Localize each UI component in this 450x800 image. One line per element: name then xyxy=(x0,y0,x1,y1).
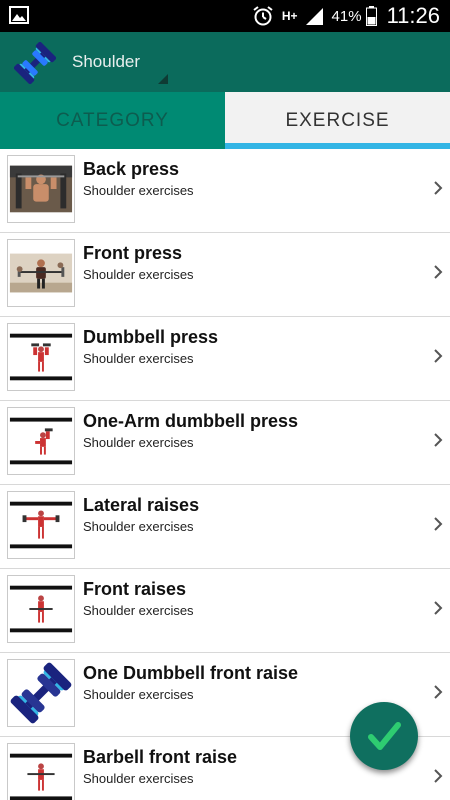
list-item[interactable]: Lateral raises Shoulder exercises xyxy=(0,485,450,569)
list-item[interactable]: Front press Shoulder exercises xyxy=(0,233,450,317)
exercise-subtitle: Shoulder exercises xyxy=(83,267,194,282)
exercise-subtitle: Shoulder exercises xyxy=(83,519,194,534)
exercise-subtitle: Shoulder exercises xyxy=(83,351,194,366)
status-bar: H+ 41% 11:26 xyxy=(0,0,450,32)
exercise-title: Front raises xyxy=(83,579,187,599)
clock: 11:26 xyxy=(386,3,440,28)
gallery-icon xyxy=(9,6,29,24)
network-type: H+ xyxy=(281,8,298,23)
chevron-right-icon xyxy=(434,517,443,531)
exercise-title: One Dumbbell front raise xyxy=(83,663,299,683)
exercise-title: Back press xyxy=(83,159,180,179)
spinner-arrow-icon xyxy=(158,74,168,84)
chevron-right-icon xyxy=(434,685,443,699)
selected-category: Shoulder xyxy=(72,52,141,71)
list-item[interactable]: Dumbbell press Shoulder exercises xyxy=(0,317,450,401)
checkmark-icon xyxy=(368,722,401,750)
battery-percent: 41% xyxy=(331,7,362,25)
exercise-thumbnail xyxy=(7,239,75,307)
exercise-subtitle: Shoulder exercises xyxy=(83,603,194,618)
exercise-thumbnail xyxy=(7,575,75,643)
exercise-title: Front press xyxy=(83,243,183,263)
exercise-title: Lateral raises xyxy=(83,495,200,515)
alarm-icon xyxy=(253,6,273,26)
exercise-thumbnail xyxy=(7,743,75,800)
exercise-subtitle: Shoulder exercises xyxy=(83,435,194,450)
exercise-title: Dumbbell press xyxy=(83,327,219,347)
tab-exercise[interactable]: EXERCISE xyxy=(225,92,450,149)
exercise-subtitle: Shoulder exercises xyxy=(83,771,194,786)
chevron-right-icon xyxy=(434,181,443,195)
exercise-thumbnail xyxy=(7,659,75,727)
signal-icon xyxy=(305,8,323,25)
tab-bar: CATEGORY EXERCISE xyxy=(0,92,450,149)
chevron-right-icon xyxy=(434,433,443,447)
exercise-thumbnail xyxy=(7,323,75,391)
battery-icon xyxy=(365,6,377,26)
exercise-thumbnail xyxy=(7,491,75,559)
exercise-subtitle: Shoulder exercises xyxy=(83,687,194,702)
exercise-title: One-Arm dumbbell press xyxy=(83,411,299,431)
list-item[interactable]: One-Arm dumbbell press Shoulder exercise… xyxy=(0,401,450,485)
chevron-right-icon xyxy=(434,265,443,279)
chevron-right-icon xyxy=(434,769,443,783)
exercise-thumbnail xyxy=(7,407,75,475)
exercise-thumbnail xyxy=(7,155,75,223)
list-item[interactable]: Back press Shoulder exercises xyxy=(0,149,450,233)
list-item[interactable]: Front raises Shoulder exercises xyxy=(0,569,450,653)
tab-category[interactable]: CATEGORY xyxy=(0,92,225,149)
confirm-fab-button[interactable] xyxy=(350,702,418,770)
exercise-subtitle: Shoulder exercises xyxy=(83,183,194,198)
category-spinner[interactable]: Shoulder xyxy=(62,32,170,86)
exercise-title: Barbell front raise xyxy=(83,747,238,767)
chevron-right-icon xyxy=(434,349,443,363)
dumbbell-logo-icon xyxy=(14,42,56,84)
app-bar: Shoulder xyxy=(0,32,450,92)
chevron-right-icon xyxy=(434,601,443,615)
